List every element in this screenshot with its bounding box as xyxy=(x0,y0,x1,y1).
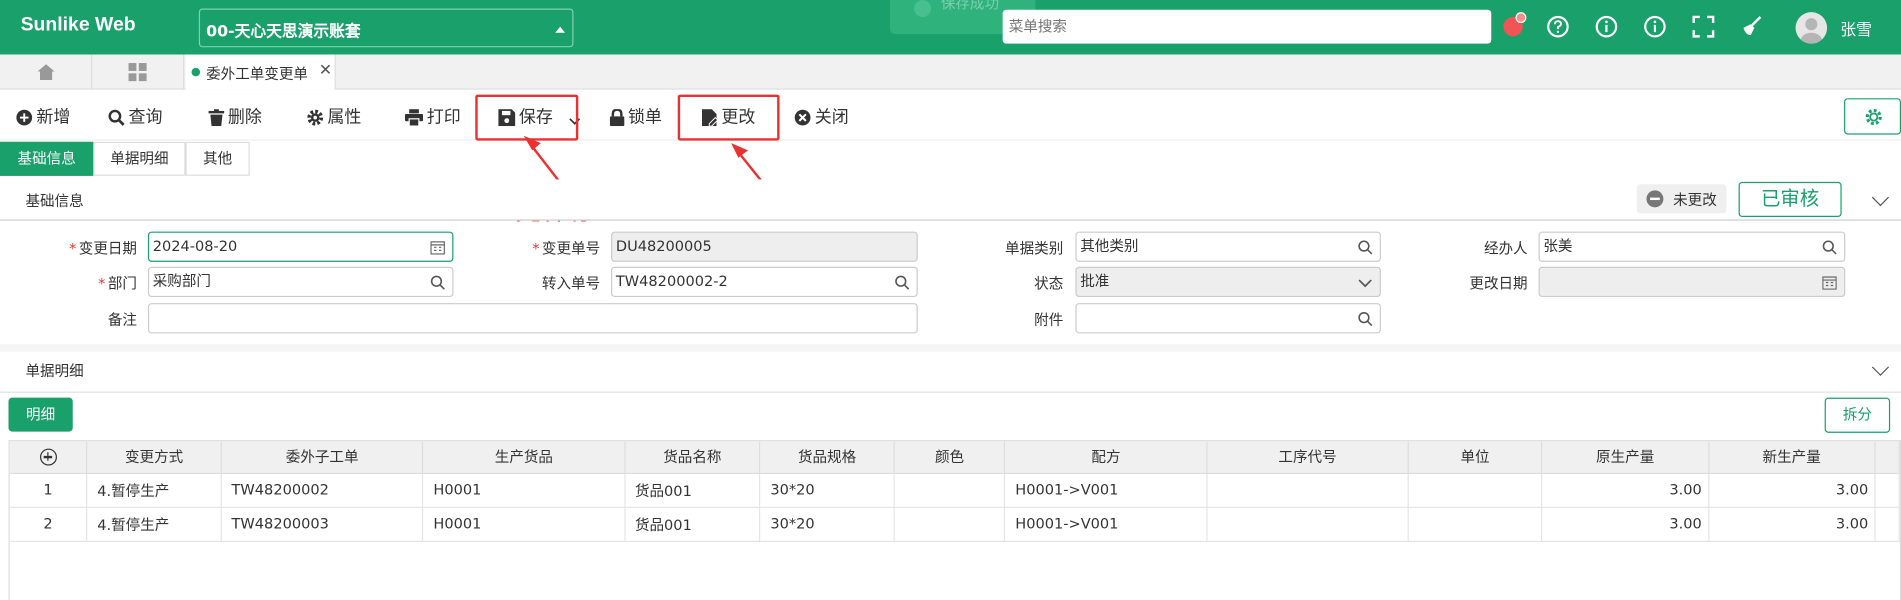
detail-grid: 变更方式 委外子工单 生产货品 货品名称 货品规格 颜色 配方 工序代号 单位 … xyxy=(8,440,1901,600)
change-no-field[interactable]: DU48200005 xyxy=(611,231,918,262)
calendar-icon[interactable] xyxy=(1822,275,1837,290)
handler-label: 经办人 xyxy=(1483,240,1528,258)
grid-cell[interactable] xyxy=(894,506,1006,542)
grid-cell[interactable]: H0001->V001 xyxy=(1005,506,1208,542)
grid-cell[interactable]: H0001 xyxy=(423,506,626,542)
subtab-other[interactable]: 其他 xyxy=(185,141,250,176)
grid-header-cell[interactable]: 变更方式 xyxy=(86,441,222,474)
grid-cell[interactable]: 货品001 xyxy=(624,506,761,542)
grid-cell[interactable]: 4.暂停生产 xyxy=(86,506,222,542)
remark-label: 备注 xyxy=(107,311,138,329)
handler-field[interactable]: 张美 xyxy=(1538,231,1846,262)
split-button[interactable]: 拆分 xyxy=(1824,397,1891,433)
grid-header-cell[interactable]: 配方 xyxy=(1005,441,1208,474)
grid-cell[interactable]: H0001 xyxy=(423,472,626,508)
grid-cell[interactable] xyxy=(894,472,1006,508)
chevron-down-icon[interactable] xyxy=(1871,358,1890,376)
dept-field[interactable]: 采购部门 xyxy=(147,266,454,298)
change-date-field[interactable]: 2024-08-20 xyxy=(147,231,454,262)
add-row-header[interactable] xyxy=(9,441,88,474)
remark-field[interactable] xyxy=(147,303,918,334)
change-no-label: * 变更单号 xyxy=(532,240,601,258)
grid-cell xyxy=(1874,506,1900,542)
subtab-basic[interactable]: 基础信息 xyxy=(0,141,94,176)
in-no-label: 转入单号 xyxy=(541,275,601,293)
state-label: 状态 xyxy=(1034,275,1064,293)
grid-cell[interactable]: 3.00 xyxy=(1708,506,1876,542)
detail-toolbar: 明细 拆分 xyxy=(0,392,1901,439)
search-icon[interactable] xyxy=(1358,240,1373,255)
grid-cell[interactable]: TW48200003 xyxy=(221,506,424,542)
mod-date-field[interactable] xyxy=(1538,266,1846,298)
doc-type-field[interactable]: 其他类别 xyxy=(1075,231,1381,262)
audit-status-stamp: 已审核 xyxy=(1738,181,1842,218)
table-row[interactable]: 2 4.暂停生产 TW48200003 H0001 货品001 30*20 H0… xyxy=(9,506,1900,542)
grid-cell[interactable]: 3.00 xyxy=(1541,472,1710,508)
attach-field[interactable] xyxy=(1075,303,1381,334)
grid-header-cell[interactable]: 原生产量 xyxy=(1541,441,1710,474)
row-number: 1 xyxy=(9,472,88,508)
state-select[interactable]: 批准 xyxy=(1075,266,1381,298)
mod-date-label: 更改日期 xyxy=(1469,275,1528,293)
table-row[interactable]: 1 4.暂停生产 TW48200002 H0001 货品001 30*20 H0… xyxy=(9,472,1900,508)
grid-cell[interactable] xyxy=(1206,506,1409,542)
doc-type-label: 单据类别 xyxy=(1005,240,1064,258)
detail-section-header[interactable]: 单据明细 xyxy=(0,351,1901,393)
grid-cell[interactable]: 3.00 xyxy=(1541,506,1710,542)
change-status-badge: 未更改 xyxy=(1636,184,1727,214)
dept-label: * 部门 xyxy=(98,275,138,293)
grid-header-cell[interactable]: 货品规格 xyxy=(760,441,895,474)
basic-info-header[interactable]: 基础信息 xyxy=(0,179,1901,221)
grid-cell[interactable]: 30*20 xyxy=(760,472,895,508)
chevron-down-icon[interactable] xyxy=(1871,189,1890,207)
detail-button[interactable]: 明细 xyxy=(8,397,73,432)
grid-cell[interactable]: 3.00 xyxy=(1708,472,1876,508)
plus-circle-icon[interactable] xyxy=(39,448,57,466)
grid-header-cell[interactable]: 单位 xyxy=(1408,441,1543,474)
grid-cell[interactable] xyxy=(1408,506,1543,542)
grid-cell[interactable]: TW48200002 xyxy=(221,472,424,508)
grid-cell[interactable]: 30*20 xyxy=(760,506,895,542)
search-icon[interactable] xyxy=(1358,312,1373,327)
in-no-field[interactable]: TW48200002-2 xyxy=(611,266,918,298)
subtab-detail[interactable]: 单据明细 xyxy=(93,141,186,176)
change-date-label: * 变更日期 xyxy=(69,240,138,258)
grid-header-cell xyxy=(1874,441,1900,474)
grid-header-cell[interactable]: 颜色 xyxy=(894,441,1006,474)
detail-section-title: 单据明细 xyxy=(25,362,84,380)
minus-circle-icon xyxy=(1646,190,1664,208)
grid-header-row: 变更方式 委外子工单 生产货品 货品名称 货品规格 颜色 配方 工序代号 单位 … xyxy=(9,441,1900,474)
attach-label: 附件 xyxy=(1034,311,1064,329)
grid-header-cell[interactable]: 委外子工单 xyxy=(221,441,424,474)
grid-cell[interactable] xyxy=(1206,472,1409,508)
grid-header-cell[interactable]: 生产货品 xyxy=(423,441,626,474)
change-status-text: 未更改 xyxy=(1673,191,1717,209)
grid-cell xyxy=(1874,472,1900,508)
grid-cell[interactable]: 4.暂停生产 xyxy=(86,472,222,508)
section-divider xyxy=(0,344,1901,352)
basic-info-form: * 变更日期 2024-08-20 * 变更单号 DU48200005 单据类别 其… xyxy=(0,224,1901,345)
search-icon[interactable] xyxy=(430,275,445,290)
grid-cell[interactable]: H0001->V001 xyxy=(1005,472,1208,508)
grid-header-cell[interactable]: 货品名称 xyxy=(624,441,761,474)
grid-header-cell[interactable]: 工序代号 xyxy=(1206,441,1409,474)
search-icon[interactable] xyxy=(895,275,910,290)
basic-info-title: 基础信息 xyxy=(25,192,84,210)
row-number: 2 xyxy=(9,506,88,542)
search-icon[interactable] xyxy=(1822,240,1837,255)
grid-cell[interactable] xyxy=(1408,472,1543,508)
calendar-icon[interactable] xyxy=(430,240,445,255)
grid-header-cell[interactable]: 新生产量 xyxy=(1708,441,1876,474)
chevron-down-icon[interactable] xyxy=(1358,275,1373,290)
grid-cell[interactable]: 货品001 xyxy=(624,472,761,508)
